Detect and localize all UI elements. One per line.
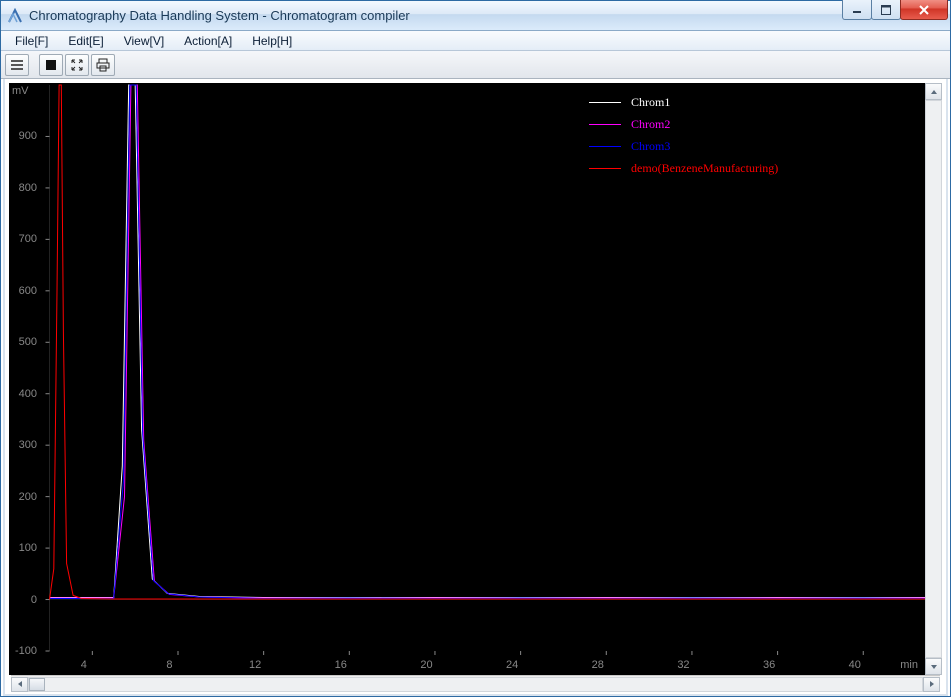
x-tick-label: 16 (335, 659, 347, 671)
x-axis-label: min (900, 659, 918, 671)
toolbar-lines-button[interactable] (5, 54, 29, 76)
legend-label: demo(BenzeneManufacturing) (631, 161, 778, 176)
window-titlebar: Chromatography Data Handling System - Ch… (1, 1, 950, 31)
x-tick-label: 20 (420, 659, 432, 671)
legend-label: Chrom3 (631, 139, 670, 154)
y-tick-label: -100 (15, 645, 37, 657)
menu-help[interactable]: Help[H] (242, 32, 302, 50)
vertical-scrollbar[interactable] (925, 83, 942, 675)
x-tick-label: 12 (249, 659, 261, 671)
scroll-right-arrow-icon[interactable] (923, 677, 940, 692)
legend-swatch (589, 168, 621, 169)
vscroll-track[interactable] (925, 100, 942, 658)
menu-view[interactable]: View[V] (114, 32, 174, 50)
scroll-down-arrow-icon[interactable] (925, 658, 942, 675)
x-tick-label: 40 (849, 659, 861, 671)
window-title: Chromatography Data Handling System - Ch… (29, 8, 410, 23)
y-axis-label: mV (12, 85, 29, 97)
hscroll-thumb[interactable] (29, 678, 45, 691)
toolbar-stop-button[interactable] (39, 54, 63, 76)
toolbar-print-button[interactable] (91, 54, 115, 76)
toolbar-expand-button[interactable] (65, 54, 89, 76)
chart-canvas (9, 83, 942, 675)
menu-bar: File[F] Edit[E] View[V] Action[A] Help[H… (1, 31, 950, 51)
y-tick-label: 300 (19, 439, 37, 451)
plot-container: mV min Chrom1 Chrom2 Chrom3 demo(BenzeneMan… (3, 79, 948, 696)
y-tick-label: 400 (19, 388, 37, 400)
close-button[interactable] (900, 0, 948, 20)
maximize-button[interactable] (871, 0, 901, 20)
x-tick-label: 28 (592, 659, 604, 671)
legend-swatch (589, 124, 621, 125)
x-tick-label: 32 (677, 659, 689, 671)
y-tick-label: 100 (19, 542, 37, 554)
horizontal-scrollbar[interactable] (11, 675, 940, 692)
legend-swatch (589, 102, 621, 103)
menu-edit[interactable]: Edit[E] (58, 32, 113, 50)
scroll-left-arrow-icon[interactable] (11, 677, 28, 692)
y-tick-label: 600 (19, 285, 37, 297)
y-tick-label: 0 (31, 594, 37, 606)
legend-label: Chrom2 (631, 117, 670, 132)
legend-swatch (589, 146, 621, 147)
menu-file[interactable]: File[F] (5, 32, 58, 50)
legend-item: Chrom2 (589, 113, 778, 135)
x-tick-label: 36 (763, 659, 775, 671)
legend-item: demo(BenzeneManufacturing) (589, 157, 778, 179)
chromatogram-plot[interactable]: mV min Chrom1 Chrom2 Chrom3 demo(BenzeneMan… (9, 83, 942, 675)
y-tick-label: 800 (19, 182, 37, 194)
x-tick-label: 24 (506, 659, 518, 671)
y-tick-label: 900 (19, 130, 37, 142)
y-tick-label: 200 (19, 491, 37, 503)
chart-legend: Chrom1 Chrom2 Chrom3 demo(BenzeneManufactur… (589, 91, 778, 179)
menu-action[interactable]: Action[A] (174, 32, 242, 50)
legend-item: Chrom1 (589, 91, 778, 113)
y-tick-label: 500 (19, 336, 37, 348)
toolbar (1, 51, 950, 79)
scroll-up-arrow-icon[interactable] (925, 83, 942, 100)
x-tick-label: 8 (166, 659, 172, 671)
x-tick-label: 4 (81, 659, 87, 671)
legend-item: Chrom3 (589, 135, 778, 157)
y-tick-label: 700 (19, 233, 37, 245)
legend-label: Chrom1 (631, 95, 670, 110)
minimize-button[interactable] (842, 0, 872, 20)
hscroll-track[interactable] (28, 677, 923, 692)
app-icon (7, 8, 23, 24)
